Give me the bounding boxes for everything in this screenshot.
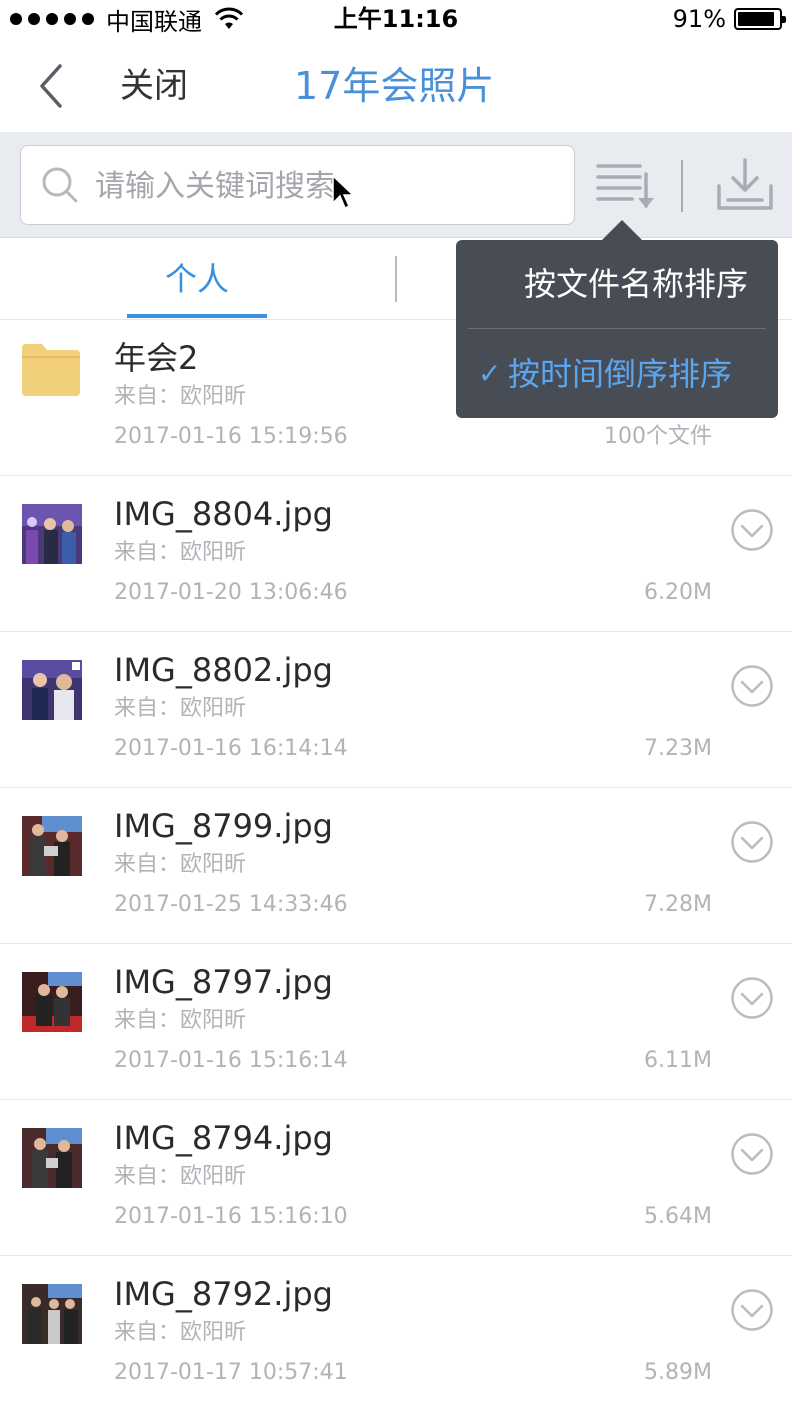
- battery-nub: [782, 16, 786, 23]
- file-name: IMG_8797.jpg: [114, 963, 333, 1001]
- battery-fill: [738, 12, 774, 26]
- photo-thumbnail: [22, 816, 82, 876]
- file-owner: 来自：欧阳昕: [114, 540, 247, 565]
- file-count: 100个文件: [604, 424, 712, 449]
- file-owner: 来自：欧阳昕: [114, 1320, 247, 1345]
- tab-separator: [395, 256, 397, 302]
- file-name: IMG_8792.jpg: [114, 1275, 333, 1313]
- status-right: 91%: [672, 4, 786, 34]
- list-item[interactable]: IMG_8797.jpg 来自：欧阳昕 2017-01-16 15:16:14 …: [0, 944, 792, 1100]
- battery-percentage: 91%: [672, 5, 726, 33]
- status-bar: 中国联通 上午11:16 91%: [0, 0, 792, 40]
- file-size: 7.23M: [644, 736, 712, 761]
- popover-arrow: [600, 220, 644, 242]
- sort-by-name-option[interactable]: 按文件名称排序: [456, 240, 778, 328]
- toolbar: [0, 132, 792, 238]
- tab-active-indicator: [127, 314, 267, 318]
- file-size: 6.11M: [644, 1048, 712, 1073]
- chevron-down-circle-icon[interactable]: [730, 664, 774, 708]
- chevron-down-circle-icon[interactable]: [730, 508, 774, 552]
- tab-personal[interactable]: 个人: [127, 238, 267, 320]
- list-item[interactable]: IMG_8804.jpg 来自：欧阳昕 2017-01-20 13:06:46 …: [0, 476, 792, 632]
- file-name: IMG_8804.jpg: [114, 495, 333, 533]
- file-date: 2017-01-16 15:16:14: [114, 1048, 348, 1073]
- sort-by-time-option[interactable]: ✓ 按时间倒序排序: [456, 330, 778, 418]
- file-owner: 来自：欧阳昕: [114, 1008, 247, 1033]
- toolbar-divider: [681, 160, 683, 212]
- file-owner: 来自：欧阳昕: [114, 1164, 247, 1189]
- file-name: 年会2: [114, 339, 199, 377]
- photo-thumbnail: [22, 1284, 82, 1344]
- list-item[interactable]: IMG_8794.jpg 来自：欧阳昕 2017-01-16 15:16:10 …: [0, 1100, 792, 1256]
- list-item[interactable]: IMG_8799.jpg 来自：欧阳昕 2017-01-25 14:33:46 …: [0, 788, 792, 944]
- chevron-down-circle-icon[interactable]: [730, 1132, 774, 1176]
- file-date: 2017-01-16 15:19:56: [114, 424, 348, 449]
- page-title: 17年会照片: [294, 64, 495, 108]
- nav-bar: 关闭 17年会照片: [0, 40, 792, 132]
- file-size: 5.89M: [644, 1360, 712, 1385]
- popover-divider: [468, 328, 766, 329]
- search-input[interactable]: [95, 162, 555, 210]
- sort-by-time-label: 按时间倒序排序: [508, 355, 733, 393]
- file-name: IMG_8799.jpg: [114, 807, 333, 845]
- sort-popover: 按文件名称排序 ✓ 按时间倒序排序: [456, 240, 778, 418]
- file-size: 7.28M: [644, 892, 712, 917]
- file-name: IMG_8802.jpg: [114, 651, 333, 689]
- check-icon: ✓: [478, 357, 502, 390]
- mouse-cursor-icon: [332, 175, 354, 210]
- file-list: 年会2 来自：欧阳昕 2017-01-16 15:19:56 100个文件 IM…: [0, 320, 792, 1410]
- sort-by-name-label: 按文件名称排序: [523, 265, 748, 303]
- sort-icon[interactable]: [596, 160, 654, 210]
- list-item[interactable]: IMG_8802.jpg 来自：欧阳昕 2017-01-16 16:14:14 …: [0, 632, 792, 788]
- file-date: 2017-01-17 10:57:41: [114, 1360, 348, 1385]
- file-owner: 来自：欧阳昕: [114, 384, 247, 409]
- chevron-down-circle-icon[interactable]: [730, 1288, 774, 1332]
- search-icon: [42, 167, 78, 203]
- search-box[interactable]: [20, 145, 575, 225]
- download-icon[interactable]: [716, 156, 774, 212]
- photo-thumbnail: [22, 972, 82, 1032]
- file-date: 2017-01-16 15:16:10: [114, 1204, 348, 1229]
- file-date: 2017-01-20 13:06:46: [114, 580, 348, 605]
- file-name: IMG_8794.jpg: [114, 1119, 333, 1157]
- file-size: 5.64M: [644, 1204, 712, 1229]
- list-item[interactable]: IMG_8792.jpg 来自：欧阳昕 2017-01-17 10:57:41 …: [0, 1256, 792, 1410]
- chevron-left-icon[interactable]: [36, 62, 72, 110]
- close-button[interactable]: 关闭: [120, 64, 188, 108]
- tab-personal-label: 个人: [164, 260, 229, 298]
- file-date: 2017-01-16 16:14:14: [114, 736, 348, 761]
- file-date: 2017-01-25 14:33:46: [114, 892, 348, 917]
- file-size: 6.20M: [644, 580, 712, 605]
- folder-icon: [22, 344, 80, 396]
- photo-thumbnail: [22, 1128, 82, 1188]
- chevron-down-circle-icon[interactable]: [730, 820, 774, 864]
- chevron-down-circle-icon[interactable]: [730, 976, 774, 1020]
- file-owner: 来自：欧阳昕: [114, 852, 247, 877]
- battery-icon: [734, 8, 786, 30]
- file-owner: 来自：欧阳昕: [114, 696, 247, 721]
- photo-thumbnail: [22, 660, 82, 720]
- photo-thumbnail: [22, 504, 82, 564]
